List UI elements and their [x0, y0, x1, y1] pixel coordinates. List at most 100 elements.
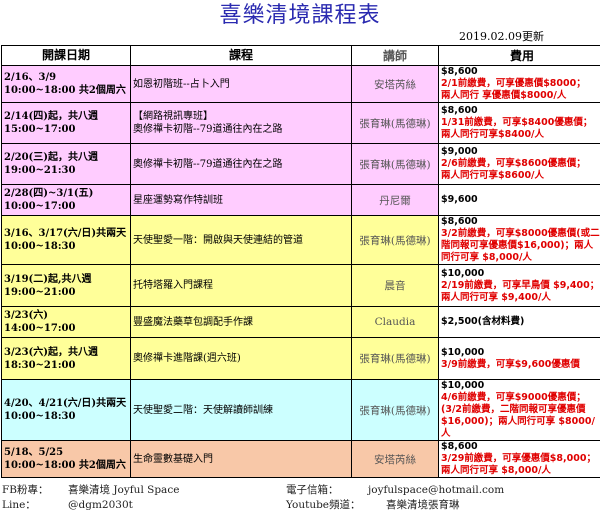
course-date-cell: 5/18、5/25 10:00~18:00 共2個周六 — [1, 440, 131, 478]
course-date: 3/23(六) — [4, 310, 48, 321]
course-name: 如恩初階班--占卜入門 — [133, 78, 230, 90]
fee-cell: $8,600 1/31前繳費，可享$8400優惠價； 兩人同行可享$8400/人 — [438, 102, 600, 144]
fee-price: $8,600 — [441, 216, 478, 228]
course-row: 2/28(四)~3/1(五) 10:00~17:00 星座運勢寫作特訓班 丹尼爾 $9,… — [1, 184, 600, 216]
course-date-cell: 2/16、3/9 10:00~18:00 共2個周六 — [1, 65, 131, 103]
fee-discount-note-2: 兩人同行可享 $8,000/人 — [441, 465, 551, 476]
course-name-cell: 星座運勢寫作特訓班 — [130, 184, 352, 216]
fee-discount-note-2: (3/2前繳費，二階同報可享優惠價 — [441, 404, 586, 415]
fee-discount-note-2: 兩人同行可享$8600/人 — [441, 170, 545, 181]
fee-price: $9,600 — [441, 194, 478, 205]
course-name: 天使聖愛一階：開啟與天使連結的管道 — [133, 234, 303, 246]
course-name: 奧修禪卡進階課(週六班) — [133, 353, 241, 364]
fee-discount-note: 3/9前繳費，可享$9,600優惠價 — [441, 358, 580, 370]
course-time: 10:00~18:00 共2個周六 — [4, 460, 126, 471]
fee-cell: $2,500(含材料費) — [438, 306, 600, 338]
fee-discount-note-2: 兩人同行可享$8400/人 — [441, 129, 545, 140]
email-label: 電子信箱： — [286, 484, 339, 496]
header-course: 課程 — [130, 45, 352, 66]
course-name: 豐盛魔法藥草包調配手作課 — [133, 316, 253, 328]
course-time: 10:00~17:00 — [4, 201, 76, 212]
course-name: 星座運勢寫作特訓班 — [133, 194, 223, 206]
line-id-link[interactable]: @dgm2030t — [68, 498, 133, 513]
header-fee: 費用 — [438, 45, 600, 66]
course-row: 3/19(二)起,共八週 19:00~21:00 托特塔羅入門課程 晨音 $10,000… — [1, 264, 600, 307]
fee-discount-note-2: 兩人同行可享 $9,400/人 — [441, 291, 551, 303]
course-date-cell: 2/28(四)~3/1(五) 10:00~17:00 — [1, 184, 131, 216]
course-date: 3/19(二)起,共八週 — [4, 273, 92, 285]
fee-discount-note: 4/6前繳費，可享$9000優惠價； — [441, 392, 586, 403]
course-date: 2/14(四)起，共八週 — [4, 111, 98, 122]
table-header-row: 開課日期 課程 講師 費用 — [1, 45, 600, 66]
course-row: 3/23(六) 14:00~17:00 豐盛魔法藥草包調配手作課 Claudia $2,… — [1, 306, 600, 338]
schedule-page: 喜樂清境課程表 2019.02.09更新 開課日期 課程 講師 費用 2/16、… — [0, 0, 600, 514]
course-date-cell: 2/20(三)起，共八週 19:00~21:30 — [1, 143, 131, 185]
course-date: 2/28(四)~3/1(五) — [4, 188, 94, 199]
course-time: 10:00~18:00 共2個周六 — [4, 85, 126, 96]
fee-cell: $8,600 2/1前繳費，可享優惠價$8000； 兩人同行 享優惠價$8000/人 — [438, 65, 600, 103]
course-date-cell: 3/23(六) 14:00~17:00 — [1, 306, 131, 338]
fb-label: FB粉專： — [2, 484, 49, 496]
fee-discount-note-3: 同行可享 $8,000/人 — [441, 252, 532, 263]
fee-cell: $10,000 3/9前繳費，可享$9,600優惠價 — [438, 337, 600, 380]
course-time: 19:00~21:30 — [4, 165, 76, 176]
page-title: 喜樂清境課程表 — [219, 3, 381, 28]
teacher-cell: 安塔芮絲 — [351, 65, 439, 103]
teacher-cell: 張育琳(馬德琳) — [351, 337, 439, 380]
fee-discount-note: 2/19前繳費，可享早鳥價 $9,400； — [441, 279, 600, 291]
course-name-cell: 天使聖愛一階：開啟與天使連結的管道 — [130, 215, 352, 265]
course-date: 5/18、5/25 — [4, 447, 64, 458]
course-date: 2/20(三)起，共八週 — [4, 152, 98, 163]
course-time: 10:00~18:30 — [4, 411, 76, 422]
course-row: 2/20(三)起，共八週 19:00~21:30 奧修禪卡初階--79道通往內在之路… — [1, 143, 600, 185]
course-date-cell: 2/14(四)起，共八週 15:00~17:00 — [1, 102, 131, 144]
course-time: 18:30~21:00 — [4, 359, 76, 371]
course-name-cell: 豐盛魔法藥草包調配手作課 — [130, 306, 352, 338]
email-link[interactable]: joyfulspace@hotmail.com — [368, 483, 504, 498]
course-name: 生命靈數基礎入門 — [133, 453, 213, 465]
fee-discount-note-2: 兩人同行 享優惠價$8000/人 — [441, 90, 567, 101]
teacher-cell: Claudia — [351, 306, 439, 338]
course-row: 4/20、4/21(六/日)共兩天 10:00~18:30 天使聖愛二階：天使解讀師… — [1, 379, 600, 441]
course-name-cell: 生命靈數基礎入門 — [130, 440, 352, 478]
fee-price: $8,600 — [441, 66, 478, 78]
fee-cell: $10,000 4/6前繳費，可享$9000優惠價； (3/2前繳費，二階同報可享優… — [438, 379, 600, 441]
course-name-cell: 奧修禪卡進階課(週六班) — [130, 337, 352, 380]
course-row: 5/18、5/25 10:00~18:00 共2個周六 生命靈數基礎入門 安塔芮絲 $8… — [1, 440, 600, 478]
fee-discount-note-3: $16,000)；兩人同行可享 $8000/人 — [441, 416, 595, 439]
course-name-cell: 天使聖愛二階：天使解讀師訓練 — [130, 379, 352, 441]
fee-cell: $10,000 2/19前繳費，可享早鳥價 $9,400； 兩人同行可享 $9,40… — [438, 264, 600, 307]
course-row: 2/16、3/9 10:00~18:00 共2個周六 如恩初階班--占卜入門 安塔芮絲… — [1, 65, 600, 103]
fee-discount-note-2: 階同報可享優惠價$16,000)；兩人 — [441, 240, 594, 251]
course-date-cell: 3/16、3/17(六/日)共兩天 10:00~18:30 — [1, 215, 131, 265]
course-name-cell: 如恩初階班--占卜入門 — [130, 65, 352, 103]
fee-price: $10,000 — [441, 380, 485, 392]
course-date-cell: 3/19(二)起,共八週 19:00~21:00 — [1, 264, 131, 307]
teacher-cell: 張育琳(馬德琳) — [351, 215, 439, 265]
teacher-cell: 張育琳(馬德琳) — [351, 102, 439, 144]
fee-discount-note: 3/29前繳費，可享優惠價$8,000； — [441, 453, 596, 464]
fee-cell: $9,600 — [438, 184, 600, 216]
youtube-link[interactable]: 喜樂清境張育琳 — [386, 498, 460, 513]
course-date: 3/16、3/17(六/日)共兩天 — [4, 228, 127, 239]
course-name: 托特塔羅入門課程 — [133, 280, 213, 291]
course-name: 天使聖愛二階：天使解讀師訓練 — [133, 404, 273, 416]
fee-discount-note: 2/1前繳費，可享優惠價$8000； — [441, 78, 586, 89]
line-label: Line： — [2, 499, 36, 511]
header-teacher: 講師 — [351, 45, 439, 66]
course-date-cell: 4/20、4/21(六/日)共兩天 10:00~18:30 — [1, 379, 131, 441]
course-time: 15:00~17:00 — [4, 124, 76, 135]
course-row: 3/23(六)起，共八週 18:30~21:00 奧修禪卡進階課(週六班) 張育琳(馬… — [1, 337, 600, 380]
fee-price: $8,600 — [441, 105, 478, 116]
header-date: 開課日期 — [1, 45, 131, 66]
fee-price: $10,000 — [441, 267, 485, 279]
course-schedule-table: 開課日期 課程 講師 費用 2/16、3/9 10:00~18:00 共2個周六如… — [1, 45, 600, 478]
fee-cell: $9,000 2/6前繳費，可享$8600優惠價； 兩人同行可享$8600/人 — [438, 143, 600, 185]
fee-price: $8,600 — [441, 441, 478, 453]
course-date-cell: 3/23(六)起，共八週 18:30~21:00 — [1, 337, 131, 380]
fee-discount-note: 2/6前繳費，可享$8600優惠價； — [441, 158, 586, 169]
course-date: 4/20、4/21(六/日)共兩天 — [4, 398, 127, 409]
fb-page-link[interactable]: 喜樂清境 Joyful Space — [68, 483, 179, 498]
course-row: 3/16、3/17(六/日)共兩天 10:00~18:30 天使聖愛一階：開啟與天使… — [1, 215, 600, 265]
teacher-cell: 丹尼爾 — [351, 184, 439, 216]
